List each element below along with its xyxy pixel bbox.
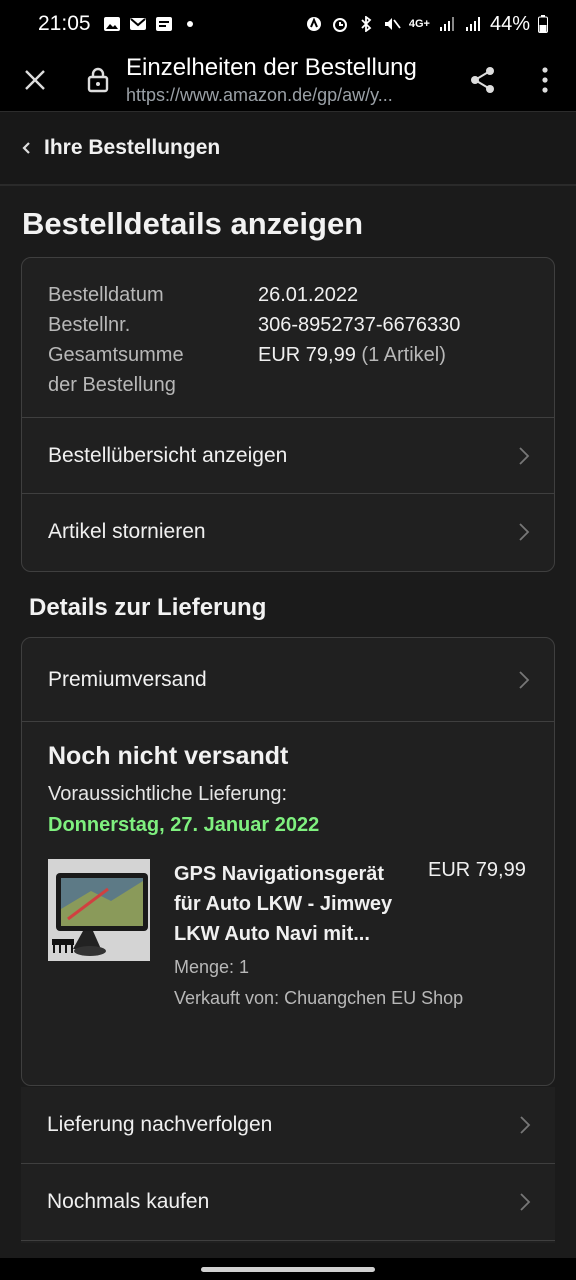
product-item: GPS Navigationsgerät für Auto LKW - Jimw… (48, 859, 528, 1009)
mail-icon (129, 18, 146, 30)
signal-2-icon (465, 17, 480, 31)
shipping-method-link[interactable]: Premiumversand (22, 638, 554, 722)
gps-device-icon (48, 859, 150, 961)
network-type: 4G+ (408, 18, 430, 30)
notification-icons (103, 16, 199, 32)
chevron-right-icon (519, 523, 530, 541)
dot-icon (186, 21, 193, 27)
page-title: Bestelldetails anzeigen (22, 206, 364, 241)
order-overview-link[interactable]: Bestellübersicht anzeigen (22, 418, 554, 494)
system-nav-bar (0, 1258, 576, 1280)
signal-icon (439, 17, 454, 31)
chevron-right-icon (520, 1116, 531, 1134)
shipping-method-label: Premiumversand (48, 667, 207, 691)
delivery-card: Premiumversand Noch nicht versandt Vorau… (21, 637, 555, 1086)
chevron-right-icon (519, 446, 530, 465)
main-content: Bestelldetails anzeigen Bestelldatum 26.… (0, 186, 576, 1258)
status-time: 21:05 (38, 12, 91, 35)
share-button[interactable] (452, 48, 514, 112)
shipment-actions: Lieferung nachverfolgen Nochmals kaufen (21, 1087, 555, 1243)
bluetooth-icon (361, 16, 372, 32)
order-date-value: 26.01.2022 (258, 284, 359, 306)
product-image[interactable] (48, 859, 150, 961)
track-delivery-label: Lieferung nachverfolgen (47, 1113, 273, 1136)
order-total-amount: EUR 79,99 (258, 344, 356, 366)
gallery-icon (103, 17, 120, 31)
product-name-link[interactable]: GPS Navigationsgerät für Auto LKW - Jimw… (174, 859, 412, 949)
page-url: https://www.amazon.de/gp/aw/y... (126, 84, 393, 105)
cancel-items-label: Artikel stornieren (48, 520, 206, 543)
close-icon (25, 69, 45, 90)
close-tab-button[interactable] (0, 48, 70, 112)
chevron-left-icon (22, 142, 30, 154)
order-total-label: Gesamtsumme der Bestellung (48, 340, 258, 400)
more-options-button[interactable] (514, 48, 576, 112)
back-to-orders-link[interactable]: Ihre Bestellungen (0, 112, 576, 186)
mute-icon (384, 18, 401, 30)
order-total-items: (1 Artikel) (361, 344, 446, 366)
android-auto-icon (306, 17, 321, 31)
message-icon (155, 17, 172, 31)
back-nav-label: Ihre Bestellungen (44, 136, 221, 159)
track-delivery-link[interactable]: Lieferung nachverfolgen (21, 1087, 555, 1164)
product-seller: Verkauft von: Chuangchen EU Shop (174, 988, 464, 1008)
browser-toolbar: Einzelheiten der Bestellung https://www.… (0, 48, 576, 112)
chevron-right-icon (520, 1193, 531, 1211)
delivery-estimate-label: Voraussichtliche Lieferung: (48, 783, 288, 805)
order-date-row: Bestelldatum 26.01.2022 (48, 280, 528, 310)
page-tab-title: Einzelheiten der Bestellung (126, 53, 417, 81)
product-info: GPS Navigationsgerät für Auto LKW - Jimw… (174, 859, 464, 1009)
order-date-label: Bestelldatum (48, 284, 164, 306)
battery-icon (538, 15, 548, 33)
buy-again-label: Nochmals kaufen (47, 1190, 210, 1213)
delivery-section-title: Details zur Lieferung (29, 594, 267, 621)
order-overview-label: Bestellübersicht anzeigen (48, 443, 288, 467)
order-number-value: 306-8952737-6676330 (258, 314, 461, 336)
battery-percent: 44% (489, 12, 530, 35)
lock-icon (87, 67, 109, 92)
order-total-label-line1: Gesamtsumme (48, 344, 184, 366)
address-bar[interactable]: Einzelheiten der Bestellung https://www.… (126, 54, 452, 106)
order-number-label: Bestellnr. (48, 314, 131, 336)
chevron-right-icon (519, 670, 530, 689)
order-info: Bestelldatum 26.01.2022 Bestellnr. 306-8… (22, 258, 554, 418)
status-bar: 21:05 4G+ 44% (0, 0, 576, 48)
order-total-row: Gesamtsumme der Bestellung EUR 79,99 (1 … (48, 340, 528, 400)
home-gesture-handle[interactable] (201, 1266, 375, 1272)
product-price: EUR 79,99 (428, 859, 526, 881)
order-number-row: Bestellnr. 306-8952737-6676330 (48, 310, 528, 340)
system-icons: 4G+ 44% (305, 13, 548, 36)
order-summary-card: Bestelldatum 26.01.2022 Bestellnr. 306-8… (21, 257, 555, 572)
shipment-details: Noch nicht versandt Voraussichtliche Lie… (22, 722, 554, 1029)
product-quantity: Menge: 1 (174, 957, 250, 977)
share-icon (471, 66, 494, 93)
order-total-value: EUR 79,99 (1 Artikel) (258, 340, 446, 400)
shipment-status: Noch nicht versandt (48, 742, 289, 770)
site-security-button[interactable] (70, 48, 126, 112)
delivery-estimate-date: Donnerstag, 27. Januar 2022 (48, 814, 320, 836)
more-vertical-icon (542, 66, 548, 93)
order-total-label-line2: der Bestellung (48, 374, 176, 396)
alarm-icon (332, 18, 347, 32)
buy-again-link[interactable]: Nochmals kaufen (21, 1164, 555, 1241)
cancel-items-link[interactable]: Artikel stornieren (22, 494, 554, 570)
